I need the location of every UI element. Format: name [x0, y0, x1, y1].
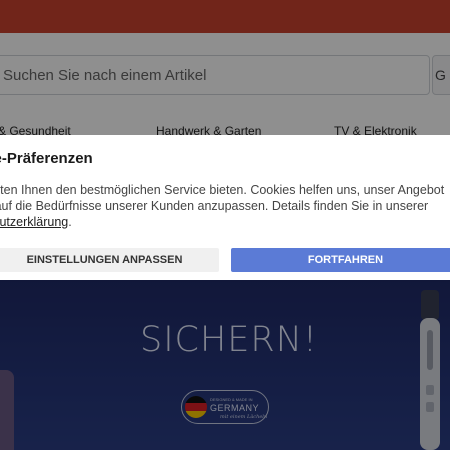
customize-settings-button[interactable]: EINSTELLUNGEN ANPASSEN	[0, 248, 219, 272]
cookie-dialog-text: öchten Ihnen den bestmöglichen Service b…	[0, 182, 450, 230]
cookie-text-line-2: er auf die Bedürfnisse unserer Kunden an…	[0, 199, 429, 213]
cookie-dialog-title: kie-Präferenzen	[0, 150, 93, 167]
cookie-text-period: .	[68, 215, 72, 229]
cookie-text-line-1: öchten Ihnen den bestmöglichen Service b…	[0, 183, 445, 197]
cookie-consent-dialog: kie-Präferenzen öchten Ihnen den bestmög…	[0, 135, 450, 280]
privacy-policy-link[interactable]: schutzerklärung	[0, 215, 68, 229]
continue-button[interactable]: FORTFAHREN	[231, 248, 450, 272]
cookie-text-line-3: schutzerklärung.	[0, 214, 450, 230]
